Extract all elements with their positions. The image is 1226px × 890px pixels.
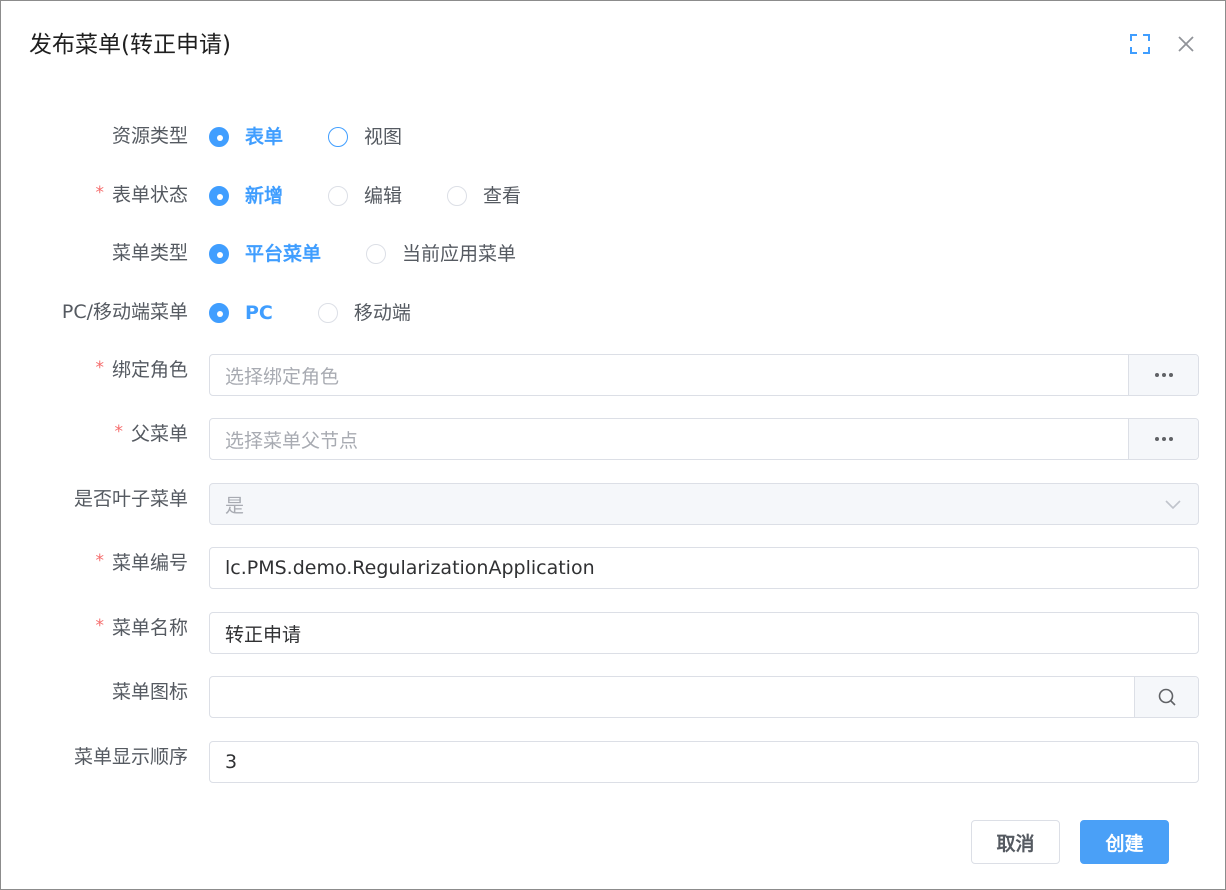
menu-type-label: 菜单类型: [111, 242, 188, 264]
menu-code-value: lc.PMS.demo.RegularizationApplication: [225, 557, 595, 579]
radio-unchecked-icon: [366, 244, 387, 264]
radio-label: PC: [245, 302, 273, 324]
bind-role-placeholder: 选择绑定角色: [225, 365, 340, 388]
menu-type-radio-group: 平台菜单 当前应用菜单: [209, 241, 561, 267]
radio-checked-icon: [209, 127, 229, 147]
is-leaf-label: 是否叶子菜单: [73, 488, 188, 510]
resource-type-radio-group: 表单 视图: [209, 124, 447, 150]
radio-label: 新增: [245, 185, 284, 207]
menu-icon-label: 菜单图标: [111, 681, 188, 703]
required-mark: *: [95, 551, 104, 571]
radio-checked-icon: [209, 303, 229, 323]
parent-menu-label: * 父菜单: [114, 422, 188, 445]
radio-state-view[interactable]: 查看: [447, 183, 521, 209]
platform-label: PC/移动端菜单: [61, 301, 188, 323]
radio-label: 查看: [483, 185, 522, 207]
radio-menu-current-app[interactable]: 当前应用菜单: [366, 241, 516, 267]
radio-label: 视图: [364, 126, 403, 148]
is-leaf-value: 是: [225, 494, 245, 517]
bind-role-label: * 绑定角色: [95, 358, 188, 381]
radio-label: 平台菜单: [245, 243, 322, 265]
parent-menu-placeholder: 选择菜单父节点: [225, 429, 359, 452]
bind-role-input[interactable]: 选择绑定角色: [209, 354, 1199, 396]
menu-order-value: 3: [225, 751, 238, 773]
fullscreen-button[interactable]: [1127, 31, 1153, 57]
radio-unchecked-icon: [328, 127, 349, 147]
chevron-down-icon: [1148, 498, 1198, 510]
radio-label: 移动端: [353, 302, 411, 324]
menu-icon-input[interactable]: [209, 676, 1199, 718]
radio-unchecked-icon: [447, 186, 468, 206]
more-icon: [1154, 373, 1173, 377]
close-button[interactable]: [1173, 31, 1199, 57]
cancel-button[interactable]: 取消: [971, 820, 1060, 864]
menu-code-input[interactable]: lc.PMS.demo.RegularizationApplication: [209, 547, 1199, 589]
parent-menu-input[interactable]: 选择菜单父节点: [209, 418, 1199, 460]
platform-radio-group: PC 移动端: [209, 300, 456, 326]
dialog-title: 发布菜单(转正申请): [29, 32, 231, 58]
menu-name-input[interactable]: 转正申请: [209, 612, 1199, 654]
radio-resource-form[interactable]: 表单: [209, 124, 283, 150]
radio-label: 表单: [245, 126, 284, 148]
menu-name-value: 转正申请: [225, 623, 302, 646]
is-leaf-select[interactable]: 是: [209, 483, 1199, 525]
fullscreen-icon: [1130, 34, 1150, 54]
create-button[interactable]: 创建: [1080, 820, 1169, 864]
required-mark: *: [95, 358, 104, 378]
bind-role-select-button[interactable]: [1128, 355, 1198, 395]
parent-menu-select-button[interactable]: [1128, 419, 1198, 459]
menu-name-label: * 菜单名称: [95, 616, 188, 639]
radio-label: 当前应用菜单: [402, 243, 517, 265]
radio-unchecked-icon: [317, 303, 338, 323]
menu-order-input[interactable]: 3: [209, 741, 1199, 783]
publish-menu-dialog: 发布菜单(转正申请) 资源类型 表单 视图 * 表单状态 新增 编辑 查看 菜单…: [0, 0, 1226, 890]
close-icon: [1178, 36, 1194, 52]
radio-checked-icon: [209, 186, 229, 206]
radio-platform-pc[interactable]: PC: [209, 300, 273, 326]
radio-checked-icon: [209, 244, 229, 264]
form-state-label: * 表单状态: [95, 183, 188, 206]
radio-resource-view[interactable]: 视图: [328, 124, 402, 150]
radio-state-edit[interactable]: 编辑: [328, 183, 402, 209]
menu-icon-search-button[interactable]: [1134, 677, 1198, 717]
more-icon: [1154, 437, 1173, 441]
menu-order-label: 菜单显示顺序: [73, 746, 188, 768]
radio-platform-mobile[interactable]: 移动端: [317, 300, 411, 326]
menu-code-label: * 菜单编号: [95, 551, 188, 574]
required-mark: *: [114, 422, 123, 442]
resource-type-label: 资源类型: [111, 125, 188, 147]
radio-menu-platform[interactable]: 平台菜单: [209, 241, 321, 267]
search-icon: [1158, 688, 1176, 706]
dialog-header: 发布菜单(转正申请): [1, 1, 1225, 91]
required-mark: *: [95, 183, 104, 203]
radio-unchecked-icon: [328, 186, 349, 206]
radio-label: 编辑: [364, 185, 403, 207]
form-state-radio-group: 新增 编辑 查看: [209, 183, 566, 209]
required-mark: *: [95, 616, 104, 636]
radio-state-add[interactable]: 新增: [209, 183, 283, 209]
